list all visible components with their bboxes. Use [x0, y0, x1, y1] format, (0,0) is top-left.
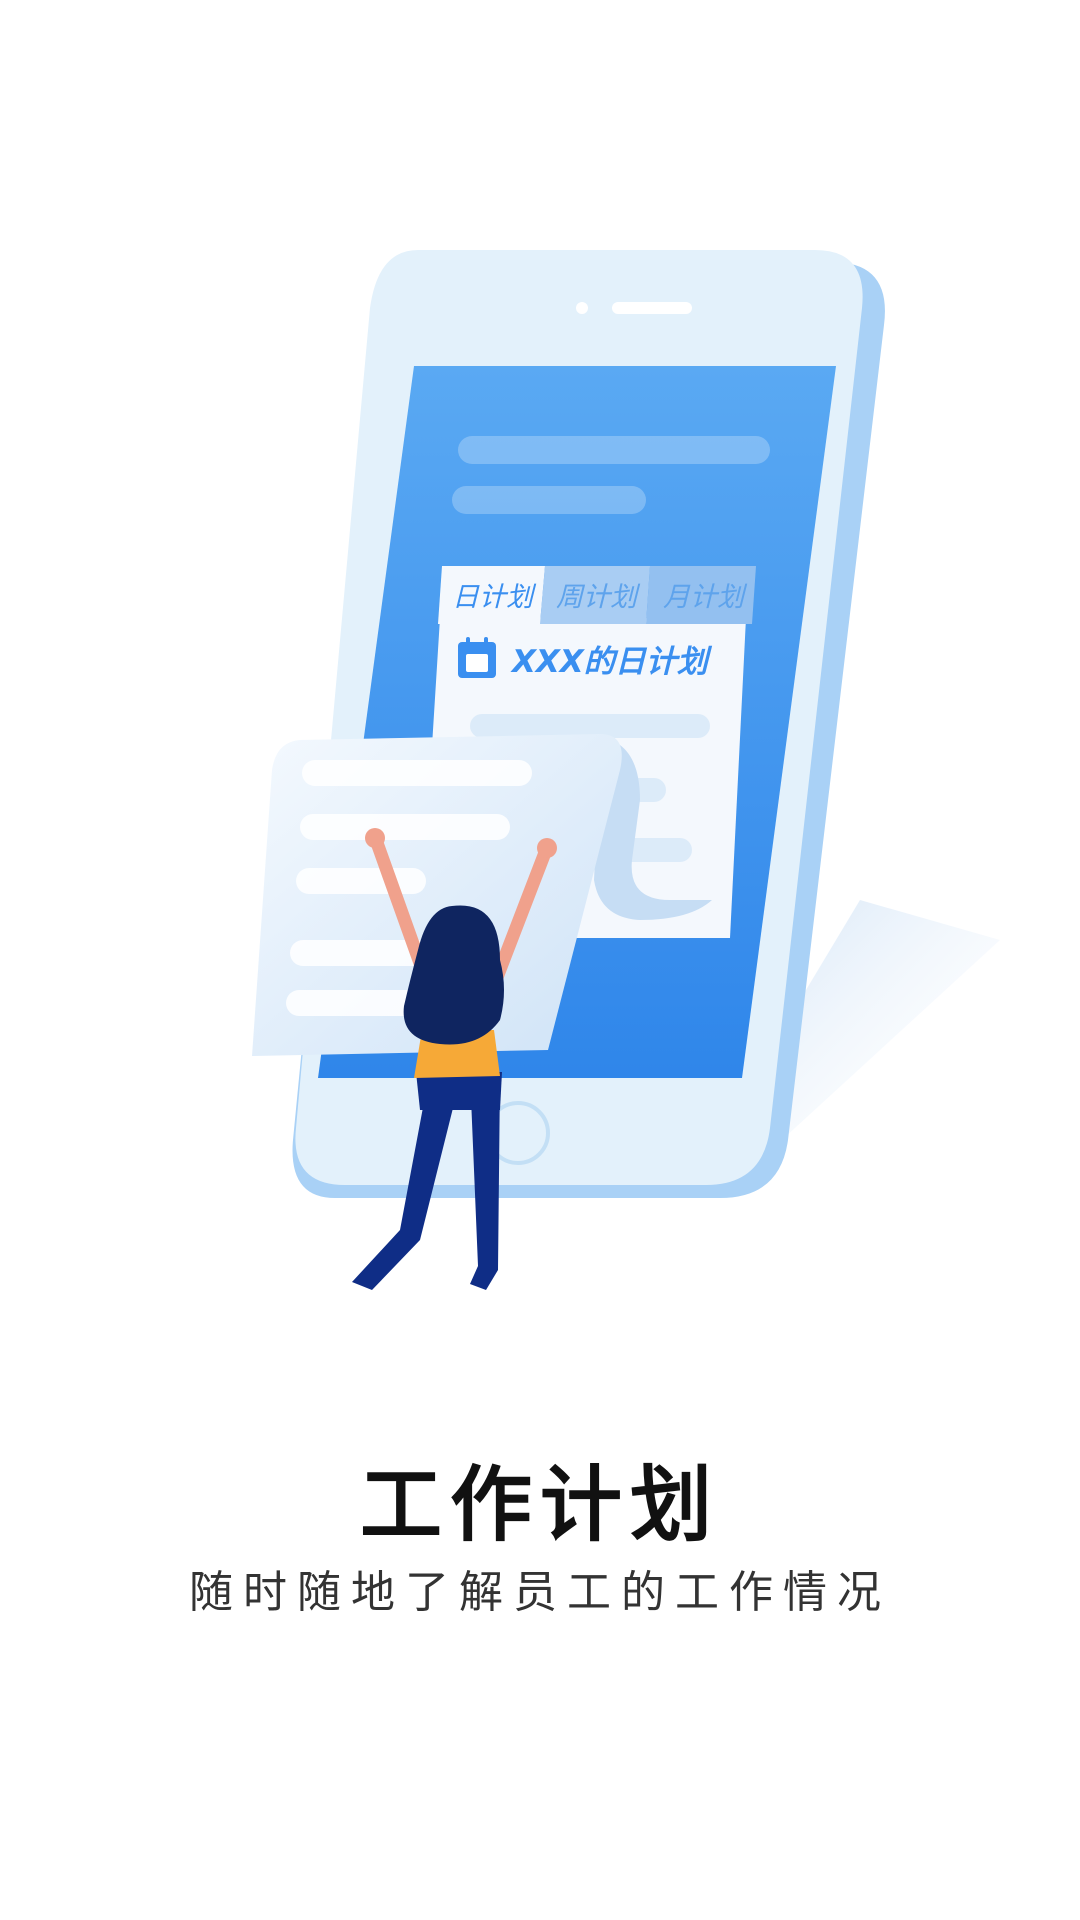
camera-dot: [576, 302, 588, 314]
screen-bar-2: [452, 486, 646, 514]
left-hand: [365, 828, 385, 848]
paper-line-1: [302, 760, 532, 786]
page-subtitle: 随时随地了解员工的工作情况: [189, 1567, 891, 1618]
paper-line-3: [296, 868, 426, 894]
onboarding-illustration: 日计划 周计划 月计划 XXX的日计划: [0, 0, 1080, 1330]
card-title: XXX的日计划: [510, 644, 713, 680]
tab-month: 月计划: [663, 582, 748, 613]
right-hand: [537, 838, 557, 858]
pants-top: [416, 1072, 502, 1110]
screen-bar-1: [458, 436, 770, 464]
page-title: 工作计划: [359, 1458, 720, 1553]
tab-day: 日计划: [452, 582, 537, 613]
speaker-slot: [612, 302, 692, 314]
paper-line-2: [300, 814, 510, 840]
tab-week: 周计划: [556, 582, 641, 613]
phone-illustration: 日计划 周计划 月计划 XXX的日计划: [252, 250, 1000, 1290]
calendar-icon: [458, 637, 496, 678]
